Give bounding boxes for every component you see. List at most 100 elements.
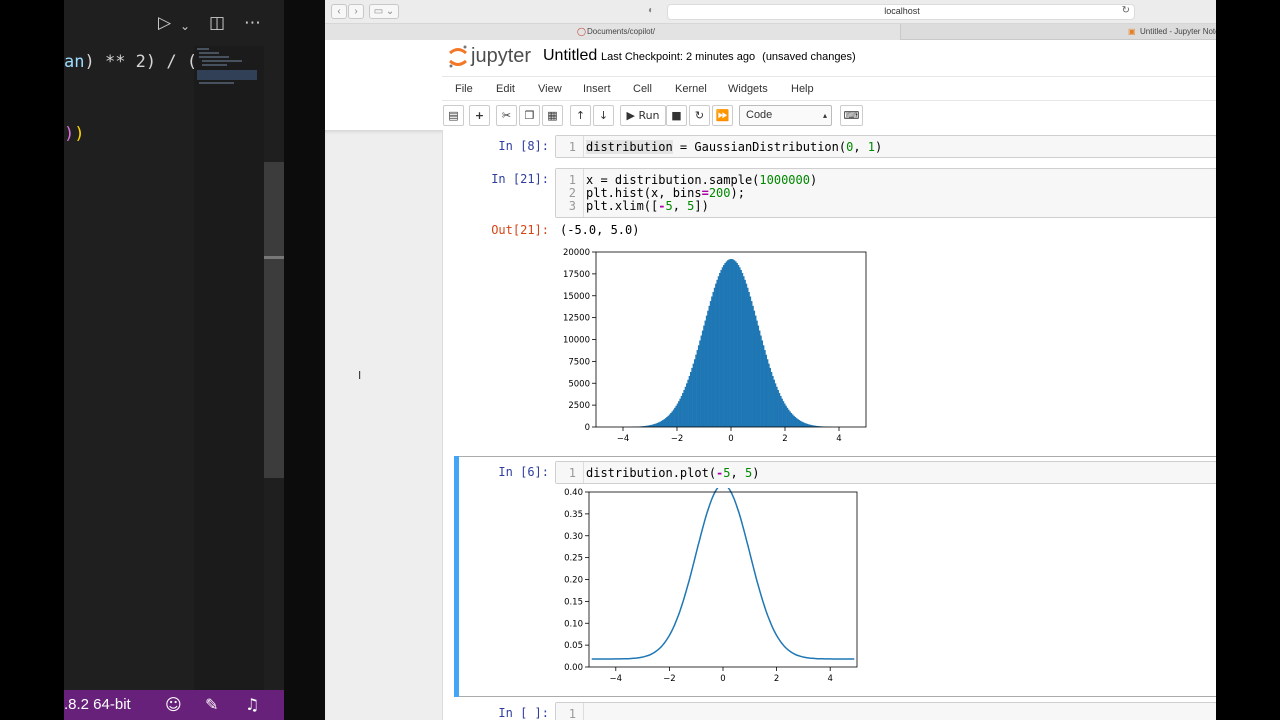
code-token: ) ** 2) / (2 bbox=[84, 52, 208, 72]
x-tick-label: −2 bbox=[671, 434, 684, 444]
reload-icon[interactable]: ↻ bbox=[1122, 5, 1130, 16]
code-cell-input[interactable]: 1 distribution = GaussianDistribution(0,… bbox=[555, 135, 1216, 158]
copilot-icon[interactable]: ☺ bbox=[165, 695, 182, 714]
code-cell-input[interactable]: 1 2 3 x = distribution.sample(1000000) p… bbox=[555, 168, 1216, 218]
menu-help[interactable]: Help bbox=[791, 83, 814, 95]
chevron-down-icon[interactable]: ⌄ bbox=[180, 16, 190, 36]
sidebar-toggle-button[interactable]: ▭ ⌄ bbox=[369, 4, 399, 19]
minimap[interactable] bbox=[194, 46, 264, 690]
run-button[interactable]: ▶ Run bbox=[620, 105, 666, 126]
tab-favicon-icon: ▣ bbox=[1128, 27, 1136, 36]
scrollbar[interactable] bbox=[264, 162, 284, 478]
screen-edge bbox=[1216, 0, 1280, 720]
jupyter-logo-icon[interactable] bbox=[447, 44, 469, 70]
y-tick-label: 0.30 bbox=[564, 532, 583, 542]
histogram-chart: 0 2500 5000 7500 10000 12500 15000 17500 20000 −4… bbox=[563, 248, 867, 444]
notebook-title[interactable]: Untitled bbox=[543, 47, 597, 65]
code-line: )) bbox=[64, 124, 85, 144]
notebook-page: In [8]: 1 distribution = GaussianDistrib… bbox=[442, 130, 1216, 720]
code-token: an bbox=[64, 52, 85, 72]
x-tick-label: −4 bbox=[617, 434, 630, 444]
menu-insert[interactable]: Insert bbox=[583, 83, 611, 95]
code-token: plt.hist(x, bins bbox=[586, 186, 702, 200]
y-tick-label: 0.15 bbox=[564, 597, 583, 607]
restart-run-all-button[interactable]: ⏩ bbox=[712, 105, 733, 126]
tab-label: Untitled - Jupyter Note bbox=[1140, 27, 1216, 36]
y-tick-label: 0.25 bbox=[564, 554, 583, 564]
x-tick-label: −2 bbox=[663, 674, 676, 684]
code-line: distribution = GaussianDistribution(0, 1… bbox=[586, 140, 882, 154]
y-tick-label: 10000 bbox=[563, 336, 590, 346]
code-token: ) bbox=[74, 124, 85, 144]
move-down-button[interactable]: ↓ bbox=[593, 105, 614, 126]
privacy-icon[interactable]: ◐ bbox=[643, 4, 659, 19]
code-token: = GaussianDistribution( bbox=[672, 140, 847, 154]
x-tick-label: 2 bbox=[782, 434, 787, 444]
code-token: x = distribution.sample( bbox=[586, 173, 760, 187]
code-editor[interactable]: an) ** 2) / (2 )) bbox=[64, 46, 207, 690]
restart-button[interactable]: ↻ bbox=[689, 105, 710, 126]
more-icon[interactable]: ⋯ bbox=[244, 13, 261, 33]
python-version-status[interactable]: .8.2 64-bit bbox=[64, 696, 131, 713]
cell-type-select[interactable]: Code ▴▾ bbox=[739, 105, 832, 139]
back-button[interactable]: ‹ bbox=[331, 4, 347, 19]
browser-window: ‹ › ▭ ⌄ ◐ localhost ↻ ◯ Documents/copilo… bbox=[325, 0, 1216, 720]
feedback-icon[interactable]: ✎ bbox=[205, 695, 218, 714]
menu-cell[interactable]: Cell bbox=[633, 83, 652, 95]
code-token: 1000000 bbox=[759, 173, 810, 187]
code-line: distribution.plot(-5, 5) bbox=[586, 466, 759, 480]
cut-button[interactable]: ✂ bbox=[496, 105, 517, 126]
tab-strip: ◯ Documents/copilot/ ▣ Untitled - Jupyte… bbox=[325, 24, 1216, 40]
menu-kernel[interactable]: Kernel bbox=[675, 83, 707, 95]
menu-edit[interactable]: Edit bbox=[496, 83, 515, 95]
code-cell-input[interactable]: 1 distribution.plot(-5, 5) bbox=[555, 461, 1216, 484]
code-token: 200 bbox=[708, 186, 731, 200]
y-tick-label: 20000 bbox=[563, 248, 590, 258]
code-token: , bbox=[853, 140, 868, 154]
paste-button[interactable]: ▦ bbox=[542, 105, 563, 126]
code-cell-input[interactable]: 1 bbox=[555, 702, 1216, 720]
menu-widgets[interactable]: Widgets bbox=[728, 83, 768, 95]
tab-documents[interactable]: ◯ Documents/copilot/ bbox=[325, 24, 901, 40]
code-token: distribution.plot( bbox=[586, 466, 717, 480]
run-label: Run bbox=[638, 109, 660, 122]
menu-file[interactable]: File bbox=[455, 83, 473, 95]
scrollbar-marker bbox=[264, 256, 284, 259]
code-line: an) ** 2) / (2 bbox=[64, 52, 207, 72]
jupyter-header: jupyter Untitled Last Checkpoint: 2 minu… bbox=[325, 41, 1216, 74]
run-icon[interactable]: ▷ bbox=[158, 13, 171, 33]
move-up-button[interactable]: ↑ bbox=[570, 105, 591, 126]
bell-icon[interactable]: ♫ bbox=[245, 695, 259, 714]
unsaved-text: (unsaved changes) bbox=[762, 51, 856, 63]
code-token: plt.xlim([ bbox=[586, 199, 659, 213]
menu-view[interactable]: View bbox=[538, 83, 562, 95]
code-token: ) bbox=[809, 173, 818, 187]
tab-label: Documents/copilot/ bbox=[587, 27, 656, 36]
y-tick-label: 7500 bbox=[568, 357, 590, 367]
cell-prompt: In [ ]: bbox=[498, 706, 549, 720]
pdf-line-chart: 0.00 0.05 0.10 0.15 0.20 0.25 0.30 0.35 0.40 −4 −2… bbox=[564, 488, 858, 684]
keyboard-shortcuts-button[interactable]: ⌨ bbox=[840, 105, 863, 126]
browser-toolbar: ‹ › ▭ ⌄ ◐ localhost ↻ bbox=[325, 0, 1216, 24]
vscode-window: ▷ ⌄ ◫ ⋯ an) ** 2) / (2 )) .8.2 64-bit ☺ … bbox=[64, 0, 284, 720]
address-text: localhost bbox=[884, 6, 920, 16]
y-tick-label: 17500 bbox=[563, 270, 590, 280]
address-bar[interactable]: localhost ↻ bbox=[667, 4, 1135, 20]
line-number: 1 bbox=[568, 173, 576, 187]
code-line: plt.hist(x, bins=200); bbox=[586, 186, 745, 200]
cell-prompt: In [8]: bbox=[498, 139, 549, 153]
y-tick-label: 0.40 bbox=[564, 488, 583, 498]
y-tick-label: 0.00 bbox=[564, 663, 583, 673]
code-token: ) bbox=[875, 140, 883, 154]
y-tick-label: 5000 bbox=[568, 379, 590, 389]
code-token: , bbox=[730, 466, 745, 480]
copy-button[interactable]: ❐ bbox=[519, 105, 540, 126]
split-editor-icon[interactable]: ◫ bbox=[209, 13, 225, 33]
y-tick-label: 0.35 bbox=[564, 510, 583, 520]
cell-prompt: In [6]: bbox=[498, 465, 549, 479]
insert-cell-button[interactable]: + bbox=[469, 105, 490, 126]
forward-button[interactable]: › bbox=[348, 4, 364, 19]
save-button[interactable]: ▤ bbox=[443, 105, 464, 126]
interrupt-button[interactable]: ■ bbox=[666, 105, 687, 126]
pdf-series-line bbox=[591, 488, 855, 660]
